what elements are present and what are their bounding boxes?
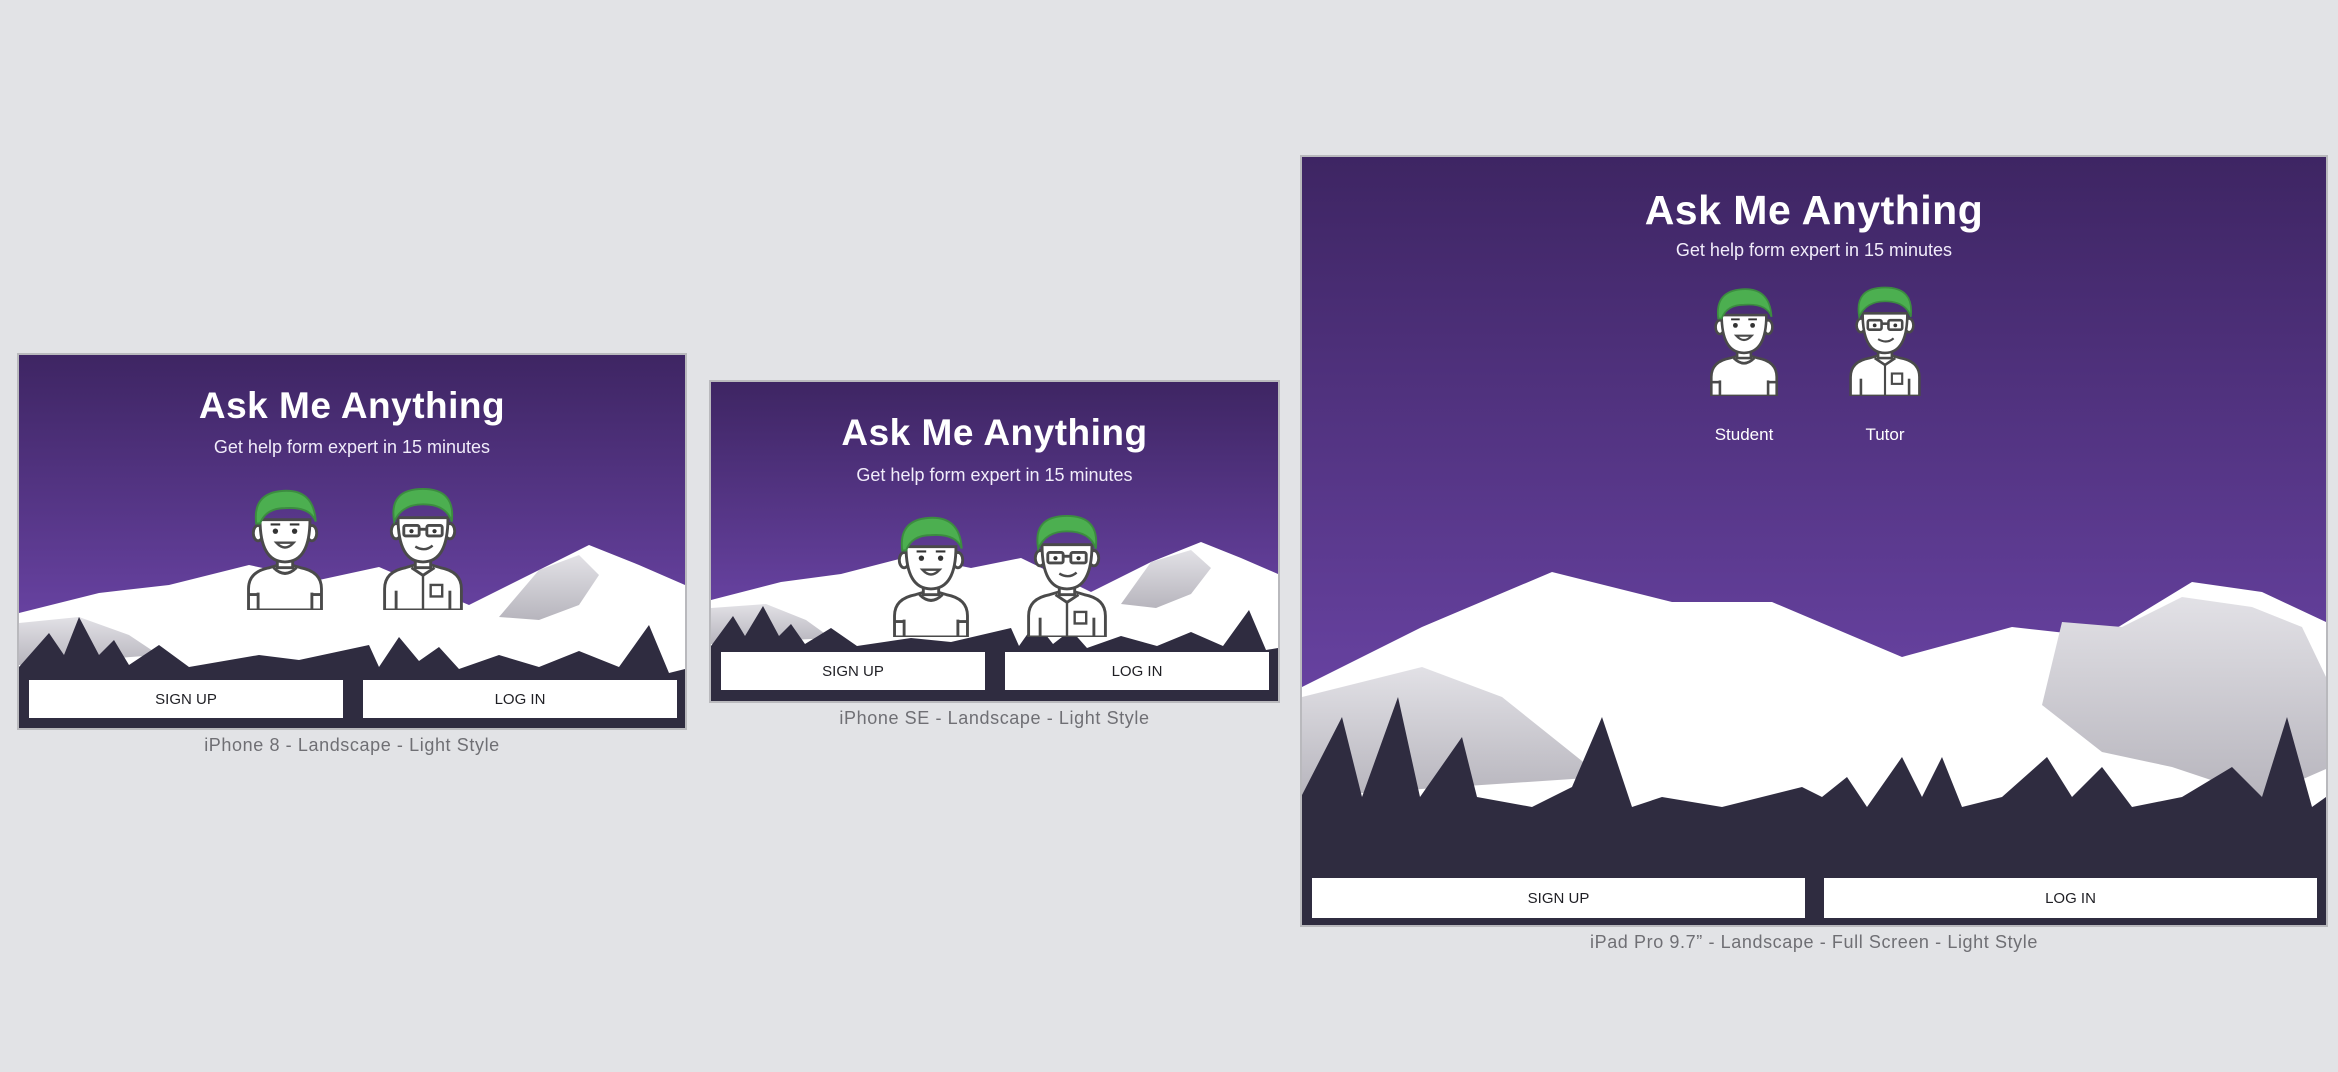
app-title: Ask Me Anything: [1644, 187, 1984, 233]
tutor-label: Tutor: [1865, 425, 1905, 444]
iphone8-device-frame: Ask Me Anything Get help form expert in …: [17, 353, 687, 730]
app-subtitle: Get help form expert in 15 minutes: [213, 437, 491, 457]
log-in-button[interactable]: LOG IN: [1824, 878, 2317, 918]
app-title: Ask Me Anything: [198, 385, 506, 426]
app-title: Ask Me Anything: [841, 412, 1148, 453]
student-avatar-icon[interactable]: [1701, 284, 1787, 396]
app-subtitle: Get help form expert in 15 minutes: [856, 465, 1133, 485]
iphonese-device-frame: Ask Me Anything Get help form expert in …: [709, 380, 1280, 703]
student-label: Student: [1714, 425, 1774, 444]
sign-up-button[interactable]: SIGN UP: [1312, 878, 1805, 918]
ipad-caption: iPad Pro 9.7” - Landscape - Full Screen …: [1589, 932, 2038, 952]
student-avatar-icon[interactable]: [883, 512, 979, 637]
iphonese-screen: Ask Me Anything Get help form expert in …: [711, 382, 1278, 701]
tutor-avatar-icon[interactable]: [1019, 512, 1115, 637]
student-avatar-icon[interactable]: [237, 485, 333, 610]
log-in-button[interactable]: LOG IN: [1005, 652, 1269, 690]
tutor-avatar-icon[interactable]: [1842, 284, 1928, 396]
mountain-background: [1302, 157, 2326, 925]
sign-up-button[interactable]: SIGN UP: [721, 652, 985, 690]
log-in-button[interactable]: LOG IN: [363, 680, 677, 718]
iphonese-caption: iPhone SE - Landscape - Light Style: [839, 708, 1150, 728]
iphone8-screen: Ask Me Anything Get help form expert in …: [19, 355, 685, 728]
tutor-avatar-icon[interactable]: [375, 485, 471, 610]
sign-up-button[interactable]: SIGN UP: [29, 680, 343, 718]
app-subtitle: Get help form expert in 15 minutes: [1675, 240, 1953, 260]
ipad-screen: Ask Me Anything Get help form expert in …: [1302, 157, 2326, 925]
iphone8-caption: iPhone 8 - Landscape - Light Style: [204, 735, 500, 755]
ipad-device-frame: Ask Me Anything Get help form expert in …: [1300, 155, 2328, 927]
